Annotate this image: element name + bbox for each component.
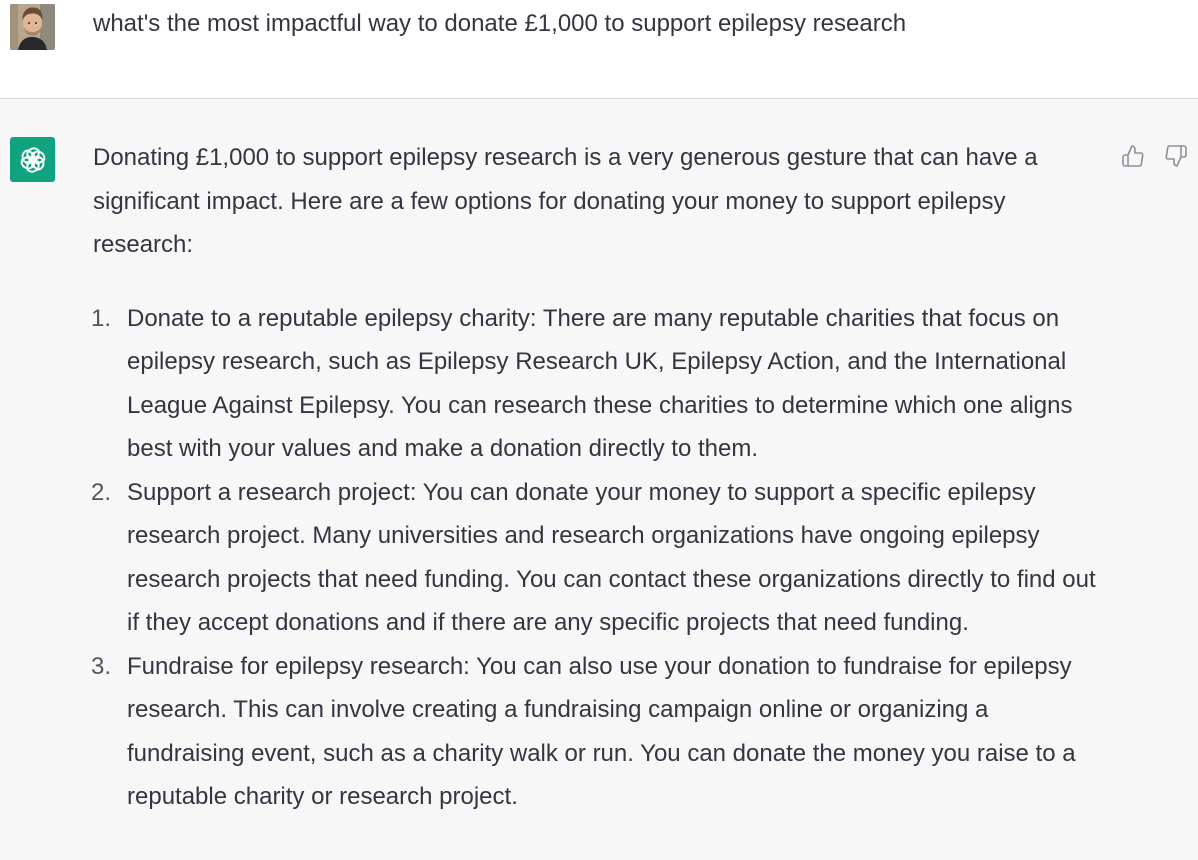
user-message-text: what's the most impactful way to donate … [93, 10, 907, 37]
assistant-message-text: Donating £1,000 to support epilepsy rese… [91, 136, 1103, 819]
list-item-text: Donate to a reputable epilepsy charity: … [127, 304, 1073, 463]
list-item-text: Fundraise for epilepsy research: You can… [127, 652, 1076, 811]
thumbs-up-icon [1122, 145, 1144, 167]
assistant-message-row: Donating £1,000 to support epilepsy rese… [0, 99, 1198, 860]
options-list: 1. Donate to a reputable epilepsy charit… [91, 297, 1103, 819]
list-item-text: Support a research project: You can dona… [127, 478, 1096, 637]
list-item: 3. Fundraise for epilepsy research: You … [91, 645, 1103, 819]
list-item-number: 2. [91, 478, 112, 506]
list-item-number: 3. [91, 652, 112, 680]
user-photo-icon [10, 4, 55, 50]
user-avatar [10, 4, 55, 50]
assistant-avatar [10, 137, 55, 182]
thumbs-up-button[interactable] [1120, 143, 1146, 169]
list-item-number: 1. [91, 304, 112, 332]
assistant-intro: Donating £1,000 to support epilepsy rese… [93, 144, 1038, 258]
thumbs-down-button[interactable] [1163, 143, 1189, 169]
list-item: 2. Support a research project: You can d… [91, 471, 1103, 645]
openai-logo-icon [20, 146, 45, 173]
list-item: 1. Donate to a reputable epilepsy charit… [91, 297, 1103, 471]
thumbs-down-icon [1165, 145, 1187, 167]
user-message-row: what's the most impactful way to donate … [0, 0, 1198, 99]
